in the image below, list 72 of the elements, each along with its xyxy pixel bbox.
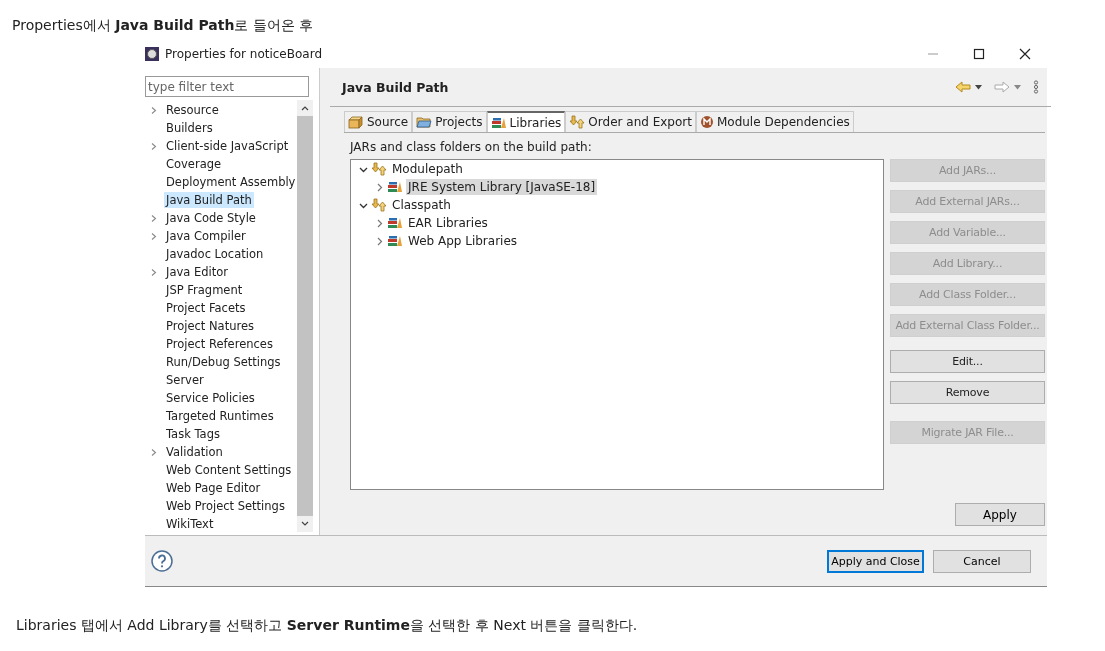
chevron-right-icon[interactable] (150, 213, 158, 223)
chevron-right-icon[interactable] (375, 182, 384, 192)
tree-item[interactable]: JRE System Library [JavaSE-18] (406, 179, 598, 195)
nav-item[interactable]: Project References (164, 336, 275, 352)
tab[interactable]: Source (344, 111, 413, 132)
nav-item[interactable]: Project Facets (164, 300, 248, 316)
apply-and-close-button[interactable]: Apply and Close (827, 549, 924, 573)
nav-item[interactable]: Java Editor (164, 264, 230, 280)
chevron-right-icon[interactable] (150, 267, 158, 277)
scroll-up-icon[interactable] (300, 104, 311, 112)
nav-item[interactable]: Resource (164, 102, 221, 118)
nav-item[interactable]: Java Build Path (164, 192, 254, 208)
nav-item[interactable]: Web Project Settings (164, 498, 287, 514)
chevron-right-icon[interactable] (150, 447, 158, 457)
module-icon (699, 115, 714, 129)
nav-item[interactable]: Deployment Assembly (164, 174, 298, 190)
nav-item[interactable]: Run/Debug Settings (164, 354, 283, 370)
caption: Libraries 탭에서 Add Library를 선택하고 Server Runtime을 선택한 후 Next 버튼을 클릭한다. (16, 617, 638, 635)
chevron-right-icon[interactable] (150, 105, 158, 115)
tab[interactable]: Order and Export (565, 111, 696, 132)
arrows-icon (371, 162, 387, 176)
nav-item[interactable]: Coverage (164, 156, 224, 172)
nav-item[interactable]: Task Tags (164, 426, 222, 442)
nav-item[interactable]: Java Compiler (164, 228, 248, 244)
arrows-icon (371, 198, 387, 212)
arrows-icon (569, 115, 586, 129)
filter-field[interactable]: type filter text (145, 76, 309, 97)
help-icon[interactable] (151, 550, 173, 572)
page-title: Java Build Path (342, 79, 449, 95)
scroll-down-icon[interactable] (300, 520, 311, 528)
chevron-right-icon[interactable] (150, 141, 158, 151)
dropdown-icon[interactable] (975, 84, 982, 90)
books-icon (387, 180, 403, 194)
tree-item[interactable]: Classpath (390, 197, 453, 213)
books-icon (387, 234, 403, 248)
nav-item[interactable]: Validation (164, 444, 225, 460)
chevron-right-icon[interactable] (375, 236, 384, 246)
cancel-button[interactable]: Cancel (933, 549, 1031, 573)
apply-button[interactable]: Apply (955, 503, 1045, 526)
books-icon (387, 216, 403, 230)
books-icon (490, 115, 507, 130)
nav-item[interactable]: Service Policies (164, 390, 257, 406)
nav-item[interactable]: Project Natures (164, 318, 256, 334)
folder-icon (416, 115, 433, 129)
nav-item[interactable]: JSP Fragment (164, 282, 245, 298)
nav-item[interactable]: Web Page Editor (164, 480, 263, 496)
nav-item[interactable]: Builders (164, 120, 215, 136)
tree-item[interactable]: Web App Libraries (406, 233, 520, 249)
nav-item[interactable]: WikiText (164, 516, 216, 532)
package-icon (348, 115, 364, 129)
nav-item[interactable]: Client-side JavaScript (164, 138, 291, 154)
nav-item[interactable]: Server (164, 372, 206, 388)
window-title: Properties for noticeBoard (165, 47, 322, 61)
chevron-right-icon[interactable] (375, 218, 384, 228)
tree-item[interactable]: EAR Libraries (406, 215, 490, 231)
nav-item[interactable]: Java Code Style (164, 210, 258, 226)
chevron-right-icon[interactable] (150, 231, 158, 241)
section-label: JARs and class folders on the build path: (350, 140, 593, 154)
tab[interactable]: Projects (412, 111, 487, 132)
nav-item[interactable]: Javadoc Location (164, 246, 266, 262)
build-path-tree[interactable]: Modulepath JRE System Library [JavaSE-18] Classpath EAR Libraries Web App Libraries (350, 159, 884, 490)
nav-item[interactable]: Targeted Runtimes (164, 408, 276, 424)
more-icon[interactable] (1033, 80, 1039, 94)
side-button[interactable]: Edit... (890, 350, 1045, 373)
tree-item[interactable]: Modulepath (390, 161, 465, 177)
nav-item[interactable]: Web Content Settings (164, 462, 294, 478)
side-button[interactable]: Remove (890, 381, 1045, 404)
maximize-icon[interactable] (973, 48, 985, 60)
tab[interactable]: Module Dependencies (695, 111, 854, 132)
caption: Properties에서 Java Build Path로 들어온 후 (12, 17, 314, 35)
close-icon[interactable] (1019, 48, 1031, 60)
tab[interactable]: Libraries (486, 111, 566, 132)
